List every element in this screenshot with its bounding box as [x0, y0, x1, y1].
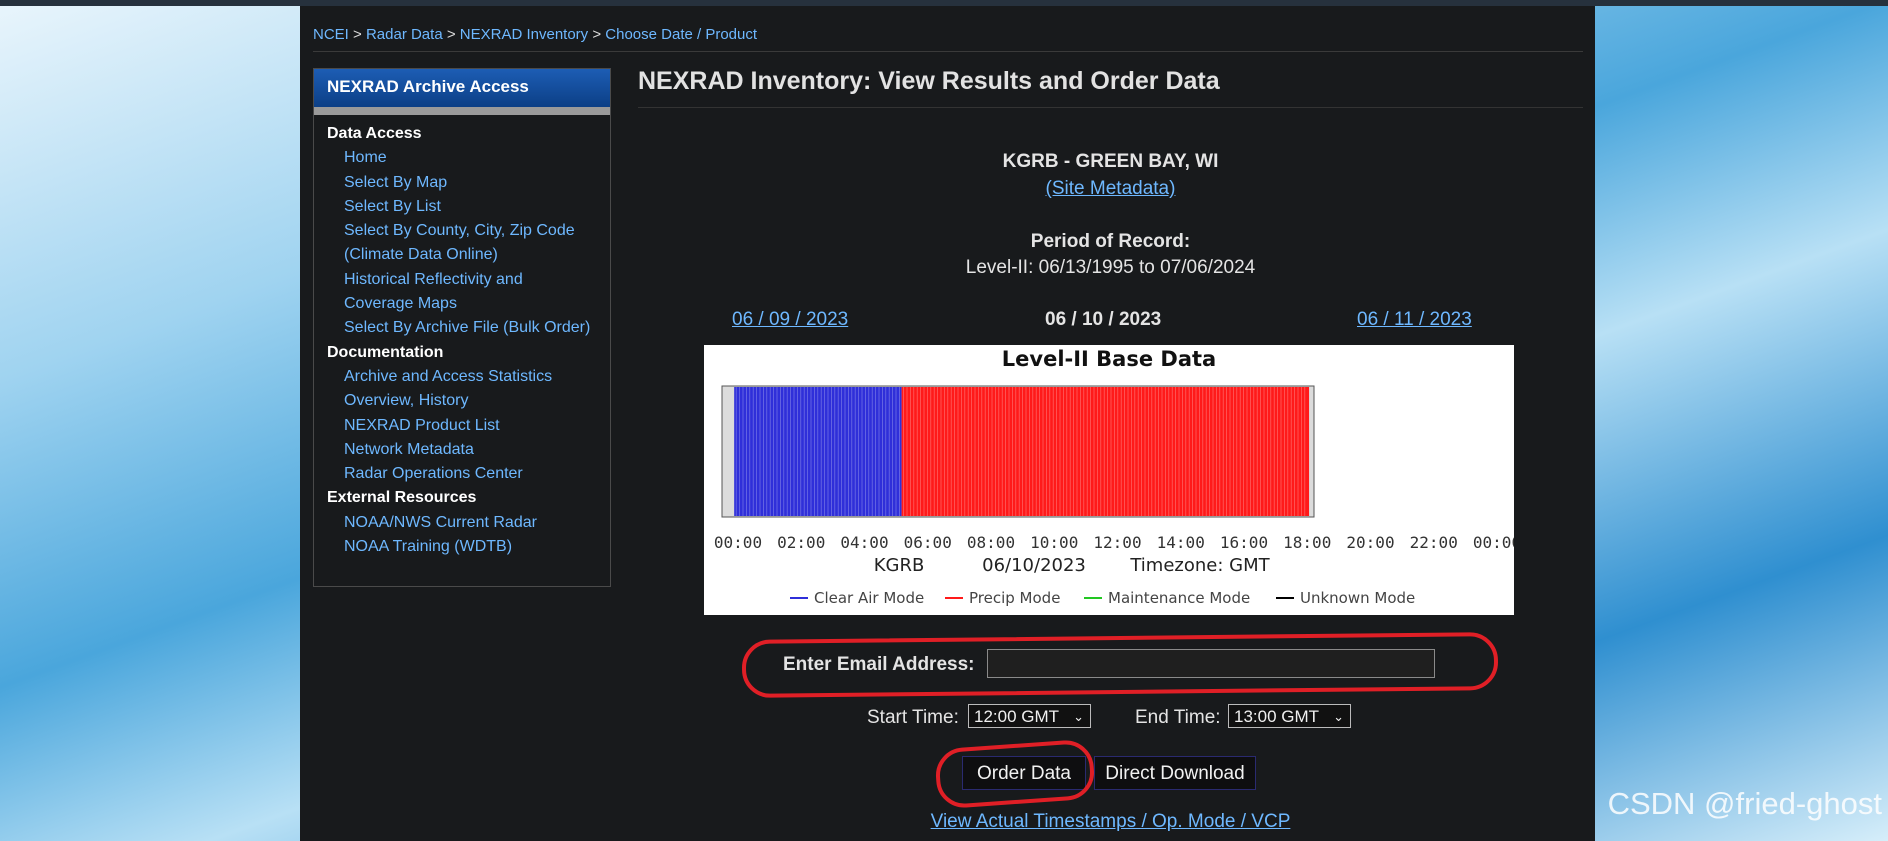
breadcrumb-separator: > [446, 26, 456, 43]
chart-x-tick-label: 12:00 [1093, 533, 1141, 552]
period-of-record-label: Period of Record: [1030, 231, 1191, 252]
chart-title: Level-II Base Data [1002, 347, 1216, 371]
legend-label: Unknown Mode [1300, 589, 1415, 607]
sidebar-item-coverage-maps[interactable]: Coverage Maps [327, 292, 610, 316]
chart-x-tick-label: 20:00 [1346, 533, 1394, 552]
chart-x-tick-label: 16:00 [1220, 533, 1268, 552]
breadcrumb-nexrad-inventory[interactable]: NEXRAD Inventory [460, 26, 588, 43]
chart-x-tick-label: 22:00 [1410, 533, 1458, 552]
sidebar-item-radar-operations[interactable]: Radar Operations Center [327, 462, 610, 486]
chevron-down-icon: ⌄ [1073, 709, 1084, 724]
chart-x-tick-label: 08:00 [967, 533, 1015, 552]
chevron-down-icon: ⌄ [1333, 709, 1344, 724]
sidebar-section-documentation: Documentation [327, 343, 444, 361]
title-divider [638, 107, 1583, 108]
chart-x-tick-label: 18:00 [1283, 533, 1331, 552]
page-container: NCEI > Radar Data > NEXRAD Inventory > C… [300, 6, 1595, 841]
breadcrumb-choose-date[interactable]: Choose Date / Product [605, 26, 757, 43]
breadcrumb: NCEI > Radar Data > NEXRAD Inventory > C… [313, 26, 757, 43]
chart-x-tick-label: 14:00 [1157, 533, 1205, 552]
chart-x-tick-label: 04:00 [840, 533, 888, 552]
legend-label: Clear Air Mode [814, 589, 924, 607]
email-input[interactable] [987, 649, 1435, 678]
sidebar: NEXRAD Archive Access Data Access Home S… [313, 68, 611, 587]
breadcrumb-ncei[interactable]: NCEI [313, 26, 349, 43]
breadcrumb-radar-data[interactable]: Radar Data [366, 26, 443, 43]
view-timestamps-link[interactable]: View Actual Timestamps / Op. Mode / VCP [638, 811, 1583, 833]
period-of-record-value: Level-II: 06/13/1995 to 07/06/2024 [965, 257, 1256, 278]
chart-segment-precip-mode [901, 387, 1310, 516]
legend-label: Precip Mode [969, 589, 1060, 607]
sidebar-item-nws-current-radar[interactable]: NOAA/NWS Current Radar [327, 511, 610, 535]
next-date-link[interactable]: 06 / 11 / 2023 [1357, 309, 1472, 331]
legend-label: Maintenance Mode [1108, 589, 1250, 607]
end-time-label: End Time: [1135, 707, 1221, 728]
breadcrumb-separator: > [353, 26, 362, 43]
end-time-select[interactable]: 13:00 GMT ⌄ [1228, 704, 1351, 728]
chart-segments [734, 387, 1310, 516]
chart-legend: Clear Air Mode Precip Mode Maintenance Mod… [790, 589, 1415, 607]
site-name: KGRB - GREEN BAY, WI [1002, 151, 1219, 172]
sidebar-item-overview-history[interactable]: Overview, History [327, 389, 610, 413]
chart-caption-date: 06/10/2023 [982, 555, 1086, 576]
sidebar-item-select-by-county[interactable]: Select By County, City, Zip Code [327, 219, 610, 243]
chart-x-tick-label: 00:00 [714, 533, 762, 552]
sidebar-item-historical-reflectivity[interactable]: Historical Reflectivity and [327, 268, 610, 292]
start-time-label: Start Time: [867, 707, 959, 728]
chart-caption-timezone: Timezone: GMT [1129, 555, 1270, 576]
current-date: 06 / 10 / 2023 [1045, 309, 1162, 330]
page-title: NEXRAD Inventory: View Results and Order… [638, 67, 1220, 95]
end-time-value: 13:00 GMT [1234, 707, 1320, 726]
order-data-button[interactable]: Order Data [962, 756, 1086, 790]
sidebar-item-product-list[interactable]: NEXRAD Product List [327, 414, 610, 438]
email-label: Enter Email Address: [783, 654, 975, 675]
sidebar-item-network-metadata[interactable]: Network Metadata [327, 438, 610, 462]
sidebar-item-archive-statistics[interactable]: Archive and Access Statistics [327, 365, 610, 389]
chart-x-ticks: 00:00 02:00 04:00 06:00 08:00 10:00 12:00 14:00… [714, 533, 1521, 552]
sidebar-section-external-resources: External Resources [327, 489, 477, 507]
sidebar-item-select-by-list[interactable]: Select By List [327, 195, 610, 219]
chart-caption-station: KGRB [874, 555, 925, 576]
start-time-select[interactable]: 12:00 GMT ⌄ [968, 704, 1091, 728]
breadcrumb-divider [313, 51, 1583, 52]
previous-date-link[interactable]: 06 / 09 / 2023 [732, 309, 848, 331]
level2-inventory-chart: Level-II Base Data 00:00 02:00 04:00 06:00 0… [704, 345, 1521, 615]
sidebar-item-select-by-map[interactable]: Select By Map [327, 171, 610, 195]
sidebar-item-noaa-training[interactable]: NOAA Training (WDTB) [327, 535, 610, 559]
sidebar-section-data-access: Data Access [327, 125, 422, 142]
sidebar-item-home[interactable]: Home [327, 146, 610, 170]
site-metadata-link[interactable]: (Site Metadata) [638, 178, 1583, 200]
chart-x-tick-label: 10:00 [1030, 533, 1078, 552]
start-time-value: 12:00 GMT [974, 707, 1060, 726]
watermark-text: CSDN @fried-ghost [1607, 786, 1882, 821]
chart-x-tick-label: 06:00 [904, 533, 952, 552]
chart-svg: Level-II Base Data 00:00 02:00 04:00 06:00 0… [714, 347, 1521, 607]
direct-download-button[interactable]: Direct Download [1094, 756, 1256, 790]
chart-x-tick-label: 02:00 [777, 533, 825, 552]
sidebar-nav: Data Access Home Select By Map Select By… [314, 115, 610, 559]
chart-x-tick-label: 00:00 [1473, 533, 1514, 552]
sidebar-item-select-by-archive-file[interactable]: Select By Archive File (Bulk Order) [327, 316, 610, 340]
breadcrumb-separator: > [592, 26, 602, 43]
sidebar-title: NEXRAD Archive Access [314, 69, 610, 115]
sidebar-item-select-by-county-cdo[interactable]: (Climate Data Online) [327, 243, 610, 267]
